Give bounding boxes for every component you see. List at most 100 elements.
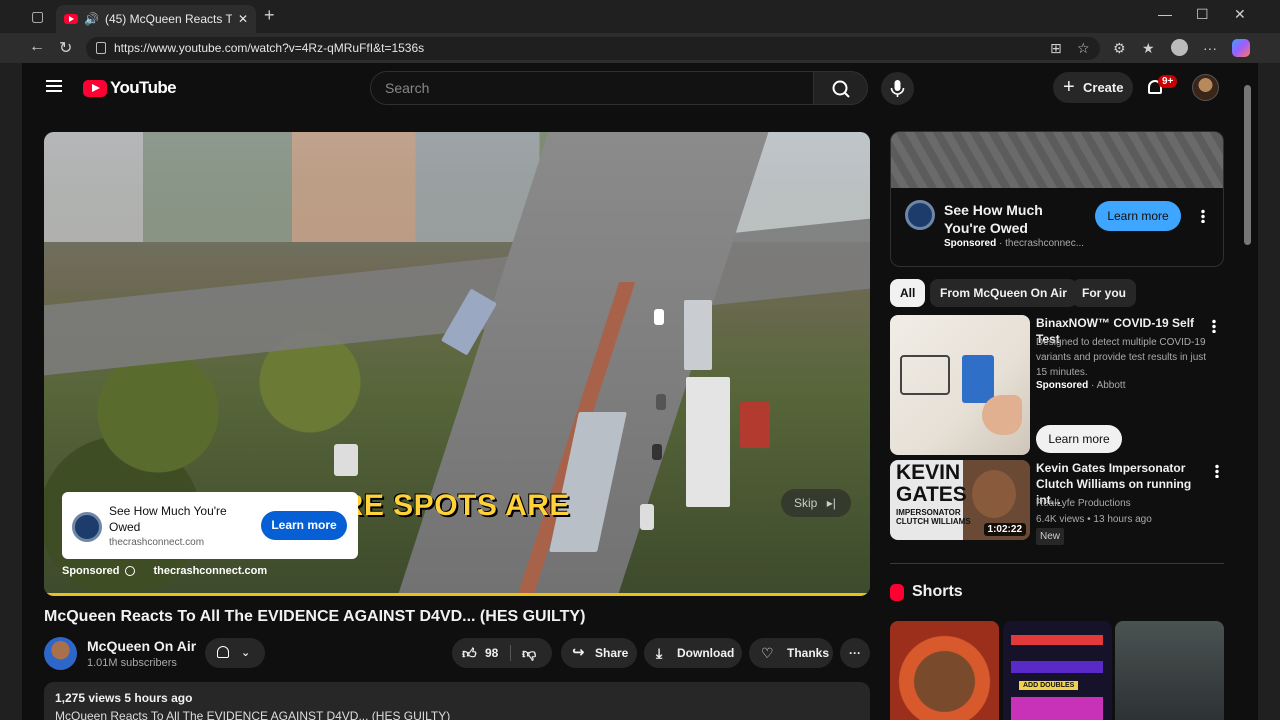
tab-actions-icon[interactable]: ▢ [31,8,44,25]
share-icon: ↪ [572,644,585,661]
ad-domain: thecrashconnect.com [109,537,205,548]
more-icon[interactable]: ··· [1203,40,1217,56]
banner-learn-more-button[interactable]: Learn more [1095,201,1181,231]
short-thumbnail[interactable]: ADD DOUBLES [1003,621,1112,720]
video-truck [684,300,712,370]
rec-ad-description: Designed to detect multiple COVID-19 var… [1036,337,1207,378]
rec-video-badge-row: New [1036,528,1212,545]
download-button[interactable]: ⤓ Download [644,638,742,668]
description-box[interactable]: 1,275 views 5 hours ago McQueen Reacts T… [44,682,870,720]
reload-icon[interactable]: ↻ [59,38,72,58]
close-tab-icon[interactable]: ✕ [238,12,248,26]
hand-shape [982,395,1022,435]
url-field[interactable]: https://www.youtube.com/watch?v=4Rz-qMRu… [86,37,1100,60]
short-thumbnail[interactable] [1115,621,1224,720]
address-bar: ← ↻ https://www.youtube.com/watch?v=4Rz-… [0,33,1280,63]
like-dislike-group: 👍︎ 98 👎︎ [452,638,552,668]
sponsored-recommendation[interactable]: BinaxNOW™ COVID-19 Self Test Designed to… [890,315,1224,455]
face-shape [972,470,1016,518]
skip-label: Skip [794,496,818,510]
banner-domain: thecrashconnec... [1005,238,1085,249]
masthead: YouTube Search + Create 9+ [22,63,1258,113]
thanks-button[interactable]: ♡ Thanks [749,638,833,668]
favorites-icon[interactable]: ★ [1142,40,1155,57]
banner-ad-meta: Sponsored · thecrashconnec... [944,238,1084,249]
youtube-favicon-icon [64,14,78,24]
subscribed-notifications-button[interactable]: ⌄ [205,638,265,668]
url-text: https://www.youtube.com/watch?v=4Rz-qMRu… [114,41,425,55]
rec-video-meta: 6.4K views • 13 hours ago [1036,514,1152,525]
voice-search-button[interactable] [881,72,914,105]
youtube-page: YouTube Search + Create 9+ FORE SPOTS AR… [22,63,1258,720]
menu-icon[interactable] [46,80,62,92]
share-button[interactable]: ↪ Share [561,638,637,668]
profile-icon[interactable] [1171,39,1188,56]
ad-overlay-card[interactable]: See How Much You're Owed thecrashconnect… [62,492,358,559]
rec-ad-thumbnail [890,315,1030,455]
ad-title: See How Much You're Owed [109,504,227,534]
description-text: McQueen Reacts To All The EVIDENCE AGAIN… [55,709,451,720]
thumb-overlay-text: KEVIN GATES [896,462,967,506]
search-icon [832,80,850,98]
thumb-line-4: CLUTCH WILLIAMS [896,517,971,526]
recommended-video[interactable]: KEVIN GATES IMPERSONATOR CLUTCH WILLIAMS… [890,460,1224,545]
favorite-star-icon[interactable]: ☆ [1077,40,1090,57]
skip-ad-button[interactable]: Skip ▸| [781,489,851,517]
thanks-label: Thanks [787,646,830,660]
minimize-icon[interactable]: — [1158,6,1172,22]
shorts-label: Shorts [912,583,963,600]
new-tab-icon[interactable]: + [264,5,275,26]
lock-icon [96,42,106,54]
rec-ad-learn-more-button[interactable]: Learn more [1036,425,1122,453]
advertiser-logo [72,512,102,542]
thumbs-down-icon: 👎︎ [522,645,537,661]
short-bar [1011,697,1103,720]
channel-avatar[interactable] [44,637,77,670]
video-player[interactable]: FORE SPOTS ARE See How Much You're Owed … [44,132,870,596]
thanks-heart-icon: ♡ [761,645,774,661]
dislike-button[interactable]: 👎︎ [516,638,552,668]
video-car [656,394,666,410]
back-icon[interactable]: ← [29,38,45,56]
ad-learn-more-button[interactable]: Learn more [261,511,347,540]
rec-video-channel[interactable]: RealLyfe Productions [1036,496,1212,511]
create-button[interactable]: + Create [1053,72,1133,103]
share-label: Share [595,646,629,660]
download-label: Download [677,646,735,660]
product-box-shape [962,355,994,403]
search-input[interactable]: Search [370,71,814,105]
download-icon: ⤓ [656,645,663,661]
rec-video-menu-icon[interactable] [1215,464,1219,478]
ad-progress-bar[interactable] [44,593,870,596]
sponsored-domain[interactable]: thecrashconnect.com [153,565,267,577]
app-available-icon[interactable]: ⊞ [1050,40,1062,57]
short-thumbnail[interactable] [890,621,999,720]
like-button[interactable]: 👍︎ 98 [452,638,510,668]
companion-ad-banner[interactable]: See How Much You're Owed Sponsored · the… [890,131,1224,267]
page-scrollbar[interactable] [1244,85,1251,245]
chip-for-you[interactable]: For you [1072,279,1136,307]
like-divider [510,645,511,661]
chip-from-channel[interactable]: From McQueen On Air [930,279,1077,307]
create-label: Create [1083,80,1124,95]
rec-ad-menu-icon[interactable] [1212,319,1216,333]
tab-title: (45) McQueen Reacts To All [104,12,232,26]
close-window-icon[interactable]: ✕ [1234,6,1246,23]
copilot-icon[interactable] [1232,39,1250,57]
rec-ad-advertiser: Abbott [1096,380,1126,391]
channel-name[interactable]: McQueen On Air [87,638,196,654]
search-button[interactable] [814,71,868,105]
maximize-icon[interactable]: ☐ [1196,6,1209,23]
more-actions-button[interactable]: ··· [840,638,870,668]
account-avatar[interactable] [1192,74,1219,101]
speaker-icon[interactable]: 🔊 [84,12,99,26]
extensions-icon[interactable]: ⚙ [1113,40,1126,57]
chip-all[interactable]: All [890,279,926,307]
video-truck [686,377,730,507]
youtube-logo[interactable]: YouTube [83,78,177,98]
banner-menu-icon[interactable] [1201,209,1205,223]
active-tab[interactable]: 🔊 (45) McQueen Reacts To All ✕ [56,5,256,33]
skip-next-icon: ▸| [826,496,836,510]
info-icon[interactable] [125,566,136,576]
advertiser-logo [905,200,935,230]
